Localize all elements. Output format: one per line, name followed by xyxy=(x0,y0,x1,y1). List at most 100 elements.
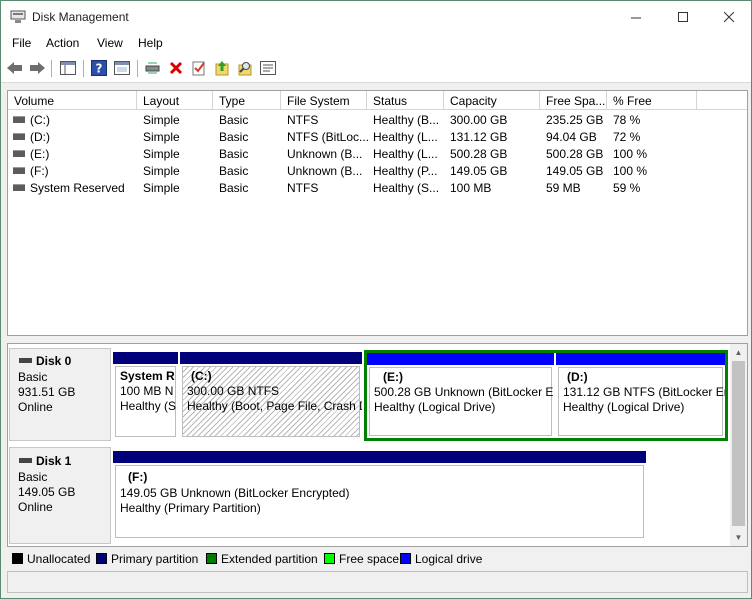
partition-label: (E:) xyxy=(383,370,403,384)
properties-icon xyxy=(114,61,130,75)
scroll-down-arrow-icon[interactable]: ▼ xyxy=(730,529,747,546)
cell-capacity: 500.28 GB xyxy=(450,147,508,161)
delete-icon xyxy=(169,61,183,75)
disk-1-label[interactable]: Disk 1 Basic 149.05 GB Online xyxy=(9,447,111,544)
partition-e[interactable]: (E:) 500.28 GB Unknown (BitLocker En Hea… xyxy=(367,353,554,438)
disk-0-label[interactable]: Disk 0 Basic 931.51 GB Online xyxy=(9,348,111,441)
volume-list-header: Volume Layout Type File System Status Ca… xyxy=(8,91,747,110)
cell-volume: (F:) xyxy=(30,164,49,178)
settings-button[interactable] xyxy=(258,59,278,77)
cell-file-system: NTFS xyxy=(287,181,319,195)
column-header-file-system[interactable]: File System xyxy=(281,91,367,110)
properties-button[interactable] xyxy=(112,59,132,77)
scroll-up-arrow-icon[interactable]: ▲ xyxy=(730,344,747,361)
column-header-status[interactable]: Status xyxy=(367,91,444,110)
menu-action[interactable]: Action xyxy=(46,36,79,50)
legend-swatch xyxy=(324,553,335,564)
forward-button[interactable] xyxy=(27,59,47,77)
volume-list[interactable]: Volume Layout Type File System Status Ca… xyxy=(7,90,748,336)
legend-swatch xyxy=(400,553,411,564)
partition-label: System R xyxy=(120,369,175,383)
cell-volume: (E:) xyxy=(30,147,50,161)
svg-text:?: ? xyxy=(96,62,103,76)
partition-c[interactable]: (C:) 300.00 GB NTFS Healthy (Boot, Page … xyxy=(180,352,362,439)
cell-free-space: 149.05 GB xyxy=(546,164,604,178)
partition-body: System R 100 MB N Healthy (S xyxy=(115,366,176,437)
partition-bar-primary xyxy=(113,352,178,364)
volume-row[interactable]: (C:) Simple Basic NTFS Healthy (B... 300.00 G… xyxy=(8,111,747,128)
partition-system-reserved[interactable]: System R 100 MB N Healthy (S xyxy=(113,352,178,439)
title-bar[interactable]: Disk Management xyxy=(1,1,751,33)
partition-size: 300.00 GB NTFS xyxy=(187,384,280,398)
column-header-layout[interactable]: Layout xyxy=(137,91,213,110)
disk-1-type: Basic xyxy=(18,470,48,484)
partition-size: 149.05 GB Unknown (BitLocker Encrypted) xyxy=(120,486,350,500)
settings-icon xyxy=(260,61,276,75)
connect-drive-button[interactable] xyxy=(143,59,163,77)
legend-swatch xyxy=(96,553,107,564)
close-icon xyxy=(723,11,734,22)
column-header-percent-free[interactable]: % Free xyxy=(607,91,697,110)
partition-body-selected: (C:) 300.00 GB NTFS Healthy (Boot, Page … xyxy=(182,366,362,437)
drive-icon xyxy=(13,133,25,140)
minimize-button[interactable] xyxy=(613,1,659,33)
maximize-button[interactable] xyxy=(660,1,706,33)
cell-layout: Simple xyxy=(143,164,180,178)
window-title: Disk Management xyxy=(32,10,129,24)
legend-extended-partition: Extended partition xyxy=(206,552,318,566)
vertical-scrollbar[interactable]: ▲ ▼ xyxy=(730,344,747,546)
volume-row[interactable]: (F:) Simple Basic Unknown (B... Healthy (P..… xyxy=(8,162,747,179)
cell-type: Basic xyxy=(219,130,249,144)
extended-partition[interactable]: (E:) 500.28 GB Unknown (BitLocker En Hea… xyxy=(364,350,728,441)
column-header-volume[interactable]: Volume xyxy=(8,91,137,110)
disk-1-size: 149.05 GB xyxy=(18,485,76,499)
cell-status: Healthy (L... xyxy=(373,147,438,161)
menu-view[interactable]: View xyxy=(97,36,123,50)
drive-icon xyxy=(13,150,25,157)
column-header-type[interactable]: Type xyxy=(213,91,281,110)
legend-primary-partition: Primary partition xyxy=(96,552,198,566)
volume-row[interactable]: (E:) Simple Basic Unknown (B... Healthy (L..… xyxy=(8,145,747,162)
cell-free-space: 500.28 GB xyxy=(546,147,604,161)
partition-bar-primary xyxy=(180,352,362,364)
cell-volume: System Reserved xyxy=(30,181,125,195)
menu-file[interactable]: File xyxy=(12,36,31,50)
toolbar-separator xyxy=(137,60,138,77)
back-button[interactable] xyxy=(5,59,25,77)
cell-layout: Simple xyxy=(143,147,180,161)
partition-label: (C:) xyxy=(191,369,212,383)
connect-icon xyxy=(145,62,160,74)
cell-percent-free: 78 % xyxy=(613,113,641,127)
partition-status: Healthy (Boot, Page File, Crash D xyxy=(187,399,362,413)
partition-status: Healthy (Logical Drive) xyxy=(563,400,685,414)
partition-d[interactable]: (D:) 131.12 GB NTFS (BitLocker En Health… xyxy=(556,353,725,438)
partition-size: 131.12 GB NTFS (BitLocker En xyxy=(563,385,725,399)
volume-row[interactable]: (D:) Simple Basic NTFS (BitLoc... Healthy (L… xyxy=(8,128,747,145)
cell-file-system: NTFS (BitLoc... xyxy=(287,130,370,144)
scrollbar-thumb[interactable] xyxy=(732,361,745,526)
partition-f[interactable]: (F:) 149.05 GB Unknown (BitLocker Encryp… xyxy=(113,451,646,540)
help-icon: ? xyxy=(91,60,107,76)
cell-file-system: Unknown (B... xyxy=(287,164,363,178)
column-header-free-space[interactable]: Free Spa... xyxy=(540,91,607,110)
back-icon xyxy=(7,62,22,74)
menu-bar: File Action View Help xyxy=(1,33,751,54)
search-button[interactable] xyxy=(235,59,255,77)
import-button[interactable] xyxy=(212,59,232,77)
forward-icon xyxy=(30,62,45,74)
legend-unallocated: Unallocated xyxy=(12,552,90,566)
volume-row[interactable]: System Reserved Simple Basic NTFS Healthy (S… xyxy=(8,179,747,196)
legend-free-space: Free space xyxy=(324,552,399,566)
close-button[interactable] xyxy=(706,1,751,33)
console-tree-button[interactable] xyxy=(58,59,78,77)
partition-size: 100 MB N xyxy=(120,384,174,398)
menu-help[interactable]: Help xyxy=(138,36,163,50)
legend-swatch xyxy=(12,553,23,564)
partition-status: Healthy (S xyxy=(120,399,177,413)
cell-type: Basic xyxy=(219,113,249,127)
check-button[interactable] xyxy=(189,59,209,77)
delete-button[interactable] xyxy=(166,59,186,77)
disk-management-app-icon xyxy=(10,10,26,23)
column-header-capacity[interactable]: Capacity xyxy=(444,91,540,110)
help-button[interactable]: ? xyxy=(89,59,109,77)
